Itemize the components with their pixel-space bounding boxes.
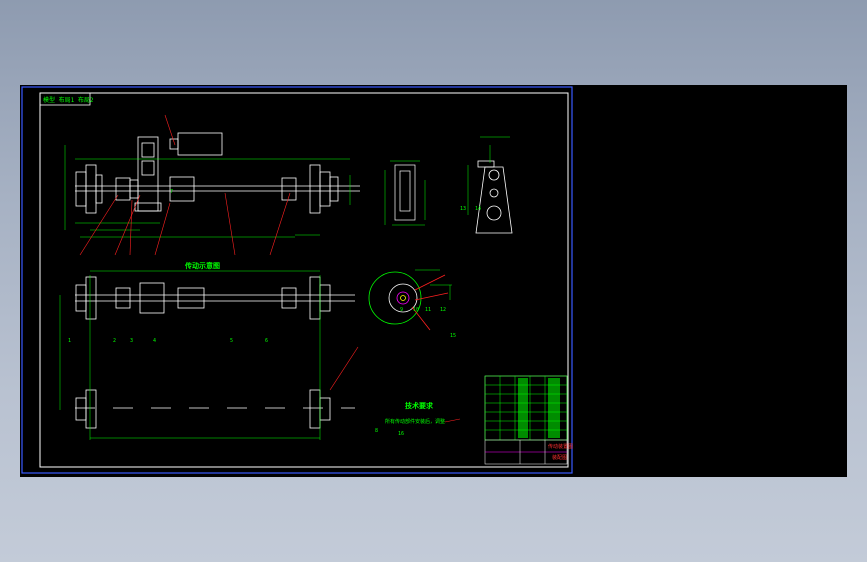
section-view-dimensions bbox=[384, 160, 426, 226]
plan-view-dimensions bbox=[59, 270, 321, 440]
outer-sheet-frame bbox=[21, 86, 573, 474]
detail-view bbox=[368, 271, 449, 331]
title-block-sub: 装配图 bbox=[552, 454, 567, 461]
front-view-leaders bbox=[79, 114, 291, 256]
gearbox-end-view bbox=[475, 160, 513, 234]
tech-note-leader bbox=[444, 418, 461, 423]
tech-requirements-note: 所有传动部件安装后，调整 bbox=[385, 418, 445, 425]
inner-sheet-frame bbox=[39, 92, 569, 468]
layout-tab-label: 模型 布局1 布局2 bbox=[43, 96, 94, 104]
plan-view bbox=[75, 276, 355, 429]
cad-viewport[interactable]: 模型 布局1 布局2 传动示意图 技术要求 所有传动部件安装后，调整 传动装置图… bbox=[20, 85, 847, 477]
tech-requirements-title: 技术要求 bbox=[405, 401, 434, 410]
section-view bbox=[394, 164, 416, 221]
front-view bbox=[75, 132, 360, 214]
front-view-title: 传动示意图 bbox=[184, 261, 220, 270]
cad-drawing: 模型 布局1 布局2 传动示意图 技术要求 所有传动部件安装后，调整 传动装置图… bbox=[21, 86, 573, 474]
title-block-fill bbox=[518, 378, 560, 438]
title-block-header: 传动装置图 bbox=[548, 443, 573, 450]
plan-view-leader bbox=[329, 346, 359, 391]
